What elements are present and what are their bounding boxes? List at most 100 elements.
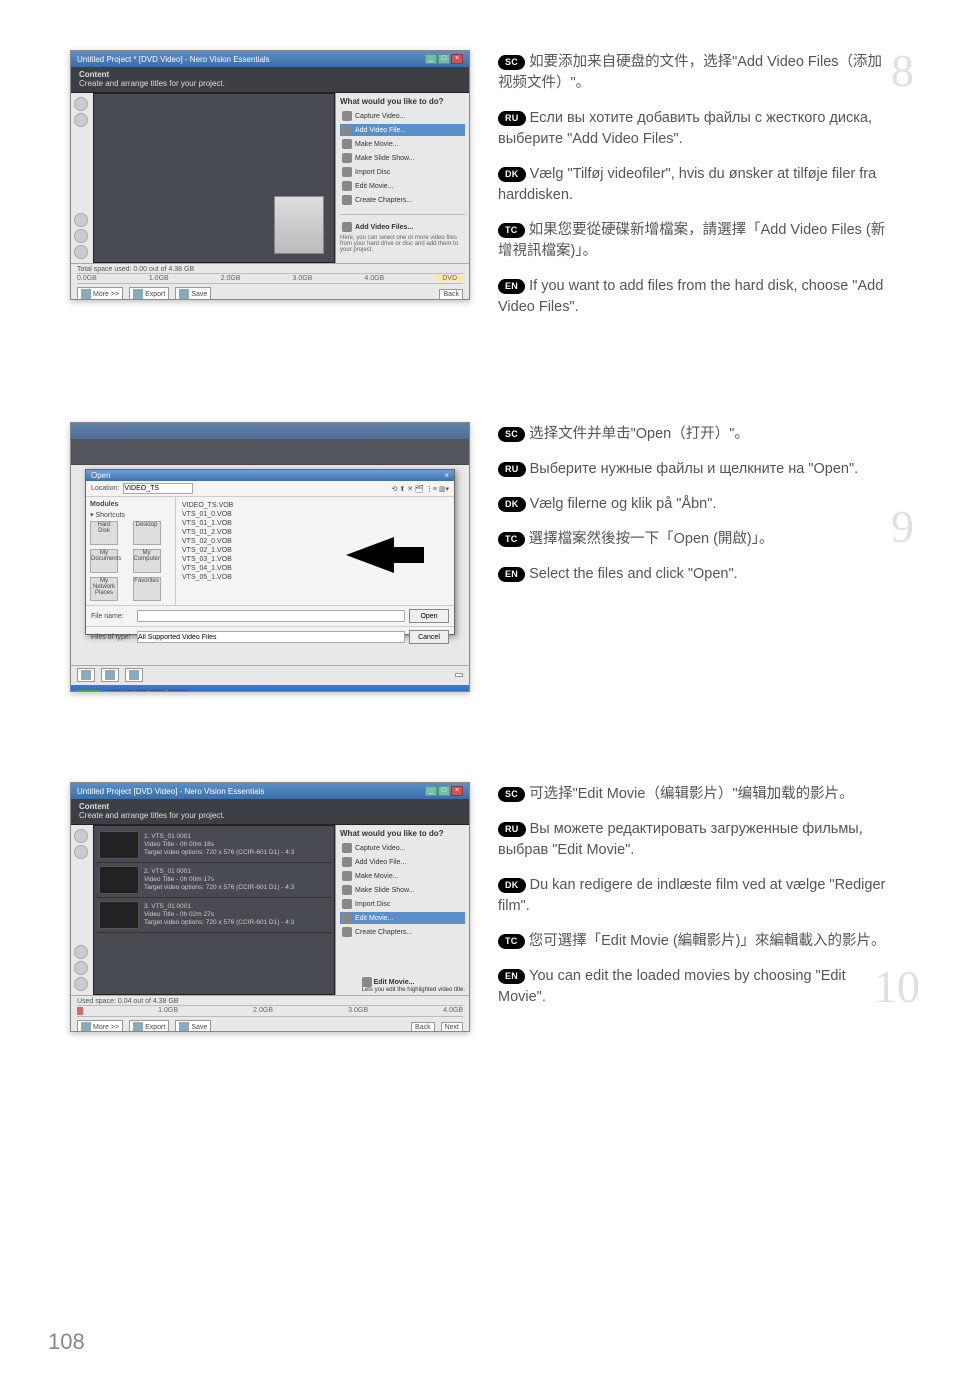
file-list[interactable]: VIDEO_TS.VOB VTS_01_0.VOB VTS_01_1.VOB V… bbox=[176, 497, 454, 605]
window-title: Untitled Project * [DVD Video] - Nero Vi… bbox=[77, 55, 270, 64]
action-make-movie[interactable]: Make Movie... bbox=[340, 138, 465, 150]
action-add-video[interactable]: Add Video File... bbox=[340, 124, 465, 136]
strip-icon[interactable] bbox=[74, 829, 88, 843]
file-item[interactable]: VTS_05_1.VOB bbox=[182, 573, 448, 582]
strip-icon[interactable] bbox=[74, 845, 88, 859]
action-make-movie[interactable]: Make Movie... bbox=[340, 870, 465, 882]
save-button[interactable]: Save bbox=[175, 1020, 211, 1032]
more-button[interactable] bbox=[77, 668, 95, 682]
back-button[interactable]: Back bbox=[439, 289, 463, 300]
file-item[interactable]: VTS_01_2.VOB bbox=[182, 528, 448, 537]
file-item[interactable]: VTS_02_0.VOB bbox=[182, 537, 448, 546]
shortcut-mydocs[interactable]: My Documents bbox=[90, 549, 118, 573]
strip-icon[interactable] bbox=[74, 229, 88, 243]
close-icon[interactable]: × bbox=[451, 54, 463, 64]
action-import[interactable]: Import Disc bbox=[340, 166, 465, 178]
step-number-10: 10 bbox=[874, 960, 920, 1013]
window-title: Untitled Project [DVD Video] - Nero Visi… bbox=[77, 787, 264, 796]
action-chapters[interactable]: Create Chapters... bbox=[340, 194, 465, 206]
export-button[interactable]: Export bbox=[129, 1020, 169, 1032]
open-button[interactable]: Open bbox=[409, 609, 449, 623]
content-header bbox=[71, 439, 469, 465]
badge-tc: TC bbox=[498, 223, 525, 238]
strip-icon[interactable] bbox=[74, 213, 88, 227]
minimize-icon[interactable]: _ bbox=[425, 54, 437, 64]
minimize-icon[interactable]: _ bbox=[425, 786, 437, 796]
toolbar-icons[interactable]: ⟲ ⬆ ✕ 🗂 ⋮≡ ▥▾ bbox=[392, 485, 449, 493]
shortcut-desktop[interactable]: Desktop bbox=[133, 521, 161, 545]
step-10-section: Untitled Project [DVD Video] - Nero Visi… bbox=[70, 782, 894, 1032]
close-icon[interactable]: × bbox=[451, 786, 463, 796]
movie-item[interactable]: 1. VTS_01 0001 Video Title - 0h 00m 18s … bbox=[96, 828, 332, 863]
shortcut-mycomputer[interactable]: My Computer bbox=[133, 549, 161, 573]
more-icon bbox=[81, 670, 91, 680]
action-capture[interactable]: Capture Video... bbox=[340, 110, 465, 122]
back-button[interactable] bbox=[455, 673, 463, 677]
screenshot-10: Untitled Project [DVD Video] - Nero Visi… bbox=[70, 782, 470, 1032]
export-button[interactable] bbox=[101, 668, 119, 682]
filetype-label: Files of type: bbox=[91, 634, 133, 641]
shortcut-harddisk[interactable]: Hard Disk bbox=[90, 521, 118, 545]
add-video-files-btn[interactable]: Add Video Files... bbox=[340, 221, 465, 233]
instructions-10: SC可选择"Edit Movie（编辑影片）"编辑加载的影片。 RUВы мож… bbox=[498, 782, 894, 1022]
taskbar-item[interactable]: Untitled Project * [DV... bbox=[106, 690, 187, 693]
badge-sc: SC bbox=[498, 787, 525, 802]
action-edit[interactable]: Edit Movie... bbox=[340, 180, 465, 192]
more-button[interactable]: More >> bbox=[77, 1020, 123, 1032]
badge-en: EN bbox=[498, 969, 525, 984]
cancel-button[interactable]: Cancel bbox=[409, 630, 449, 644]
action-capture[interactable]: Capture Video... bbox=[340, 842, 465, 854]
file-item[interactable]: VTS_01_0.VOB bbox=[182, 510, 448, 519]
maximize-icon[interactable]: □ bbox=[438, 54, 450, 64]
strip-icon[interactable] bbox=[74, 977, 88, 991]
file-item[interactable]: VTS_01_1.VOB bbox=[182, 519, 448, 528]
back-button[interactable]: Back bbox=[411, 1022, 435, 1033]
action-edit-movie[interactable]: Edit Movie... bbox=[340, 912, 465, 924]
action-add-video[interactable]: Add Video File... bbox=[340, 856, 465, 868]
action-chapters[interactable]: Create Chapters... bbox=[340, 926, 465, 938]
dialog-footer: File name: Open bbox=[86, 605, 454, 626]
file-item[interactable]: VTS_04_1.VOB bbox=[182, 564, 448, 573]
save-button[interactable] bbox=[125, 668, 143, 682]
save-icon bbox=[179, 289, 189, 299]
badge-ru: RU bbox=[498, 462, 526, 477]
export-button[interactable]: Export bbox=[129, 287, 169, 300]
badge-en: EN bbox=[498, 279, 525, 294]
lang-tc: TC您可選擇「Edit Movie (編輯影片)」來編輯載入的影片。 bbox=[498, 931, 894, 952]
strip-icon[interactable] bbox=[74, 961, 88, 975]
badge-tc: TC bbox=[498, 532, 525, 547]
lang-ru: RUЕсли вы хотите добавить файлы с жестко… bbox=[498, 108, 894, 150]
maximize-icon[interactable]: □ bbox=[438, 786, 450, 796]
movie-info: 3. VTS_01 0001 Video Title - 0h 02m 27s … bbox=[144, 903, 294, 928]
action-import[interactable]: Import Disc bbox=[340, 898, 465, 910]
action-slideshow[interactable]: Make Slide Show... bbox=[340, 152, 465, 164]
strip-icon[interactable] bbox=[74, 245, 88, 259]
save-button[interactable]: Save bbox=[175, 287, 211, 300]
dialog-footer2: Files of type: Cancel bbox=[86, 626, 454, 647]
more-button[interactable]: More >> bbox=[77, 287, 123, 300]
strip-icon[interactable] bbox=[74, 113, 88, 127]
strip-icon[interactable] bbox=[74, 945, 88, 959]
instructions-8: SC如要添加来自硬盘的文件，选择"Add Video Files（添加视频文件）… bbox=[498, 50, 894, 332]
lang-dk: DKVælg "Tilføj videofiler", hvis du ønsk… bbox=[498, 164, 894, 206]
dialog-close-icon[interactable]: × bbox=[444, 471, 449, 480]
shortcut-network[interactable]: My Network Places bbox=[90, 577, 118, 601]
right-panel: What would you like to do? Capture Video… bbox=[335, 93, 469, 263]
start-button[interactable]: start bbox=[75, 690, 102, 693]
space-used: Total space used: 0.00 out of 4.38 GB bbox=[77, 266, 463, 273]
action-slideshow[interactable]: Make Slide Show... bbox=[340, 884, 465, 896]
strip-icon[interactable] bbox=[74, 97, 88, 111]
movie-item[interactable]: 3. VTS_01 0001 Video Title - 0h 02m 27s … bbox=[96, 898, 332, 933]
disc-icon bbox=[342, 167, 352, 177]
camera-icon bbox=[342, 843, 352, 853]
filename-input[interactable] bbox=[137, 610, 405, 622]
movie-item[interactable]: 2. VTS_01 0001 Video Title - 0h 00m 17s … bbox=[96, 863, 332, 898]
left-tool-strip bbox=[71, 93, 93, 263]
next-button[interactable]: Next bbox=[441, 1022, 463, 1033]
filetype-select[interactable] bbox=[137, 631, 405, 643]
lang-dk: DKVælg filerne og klik på "Åbn". bbox=[498, 494, 894, 515]
location-input[interactable] bbox=[123, 483, 193, 494]
thumbnail bbox=[99, 866, 139, 894]
file-item[interactable]: VIDEO_TS.VOB bbox=[182, 501, 448, 510]
shortcut-favorites[interactable]: Favorites bbox=[133, 577, 161, 601]
